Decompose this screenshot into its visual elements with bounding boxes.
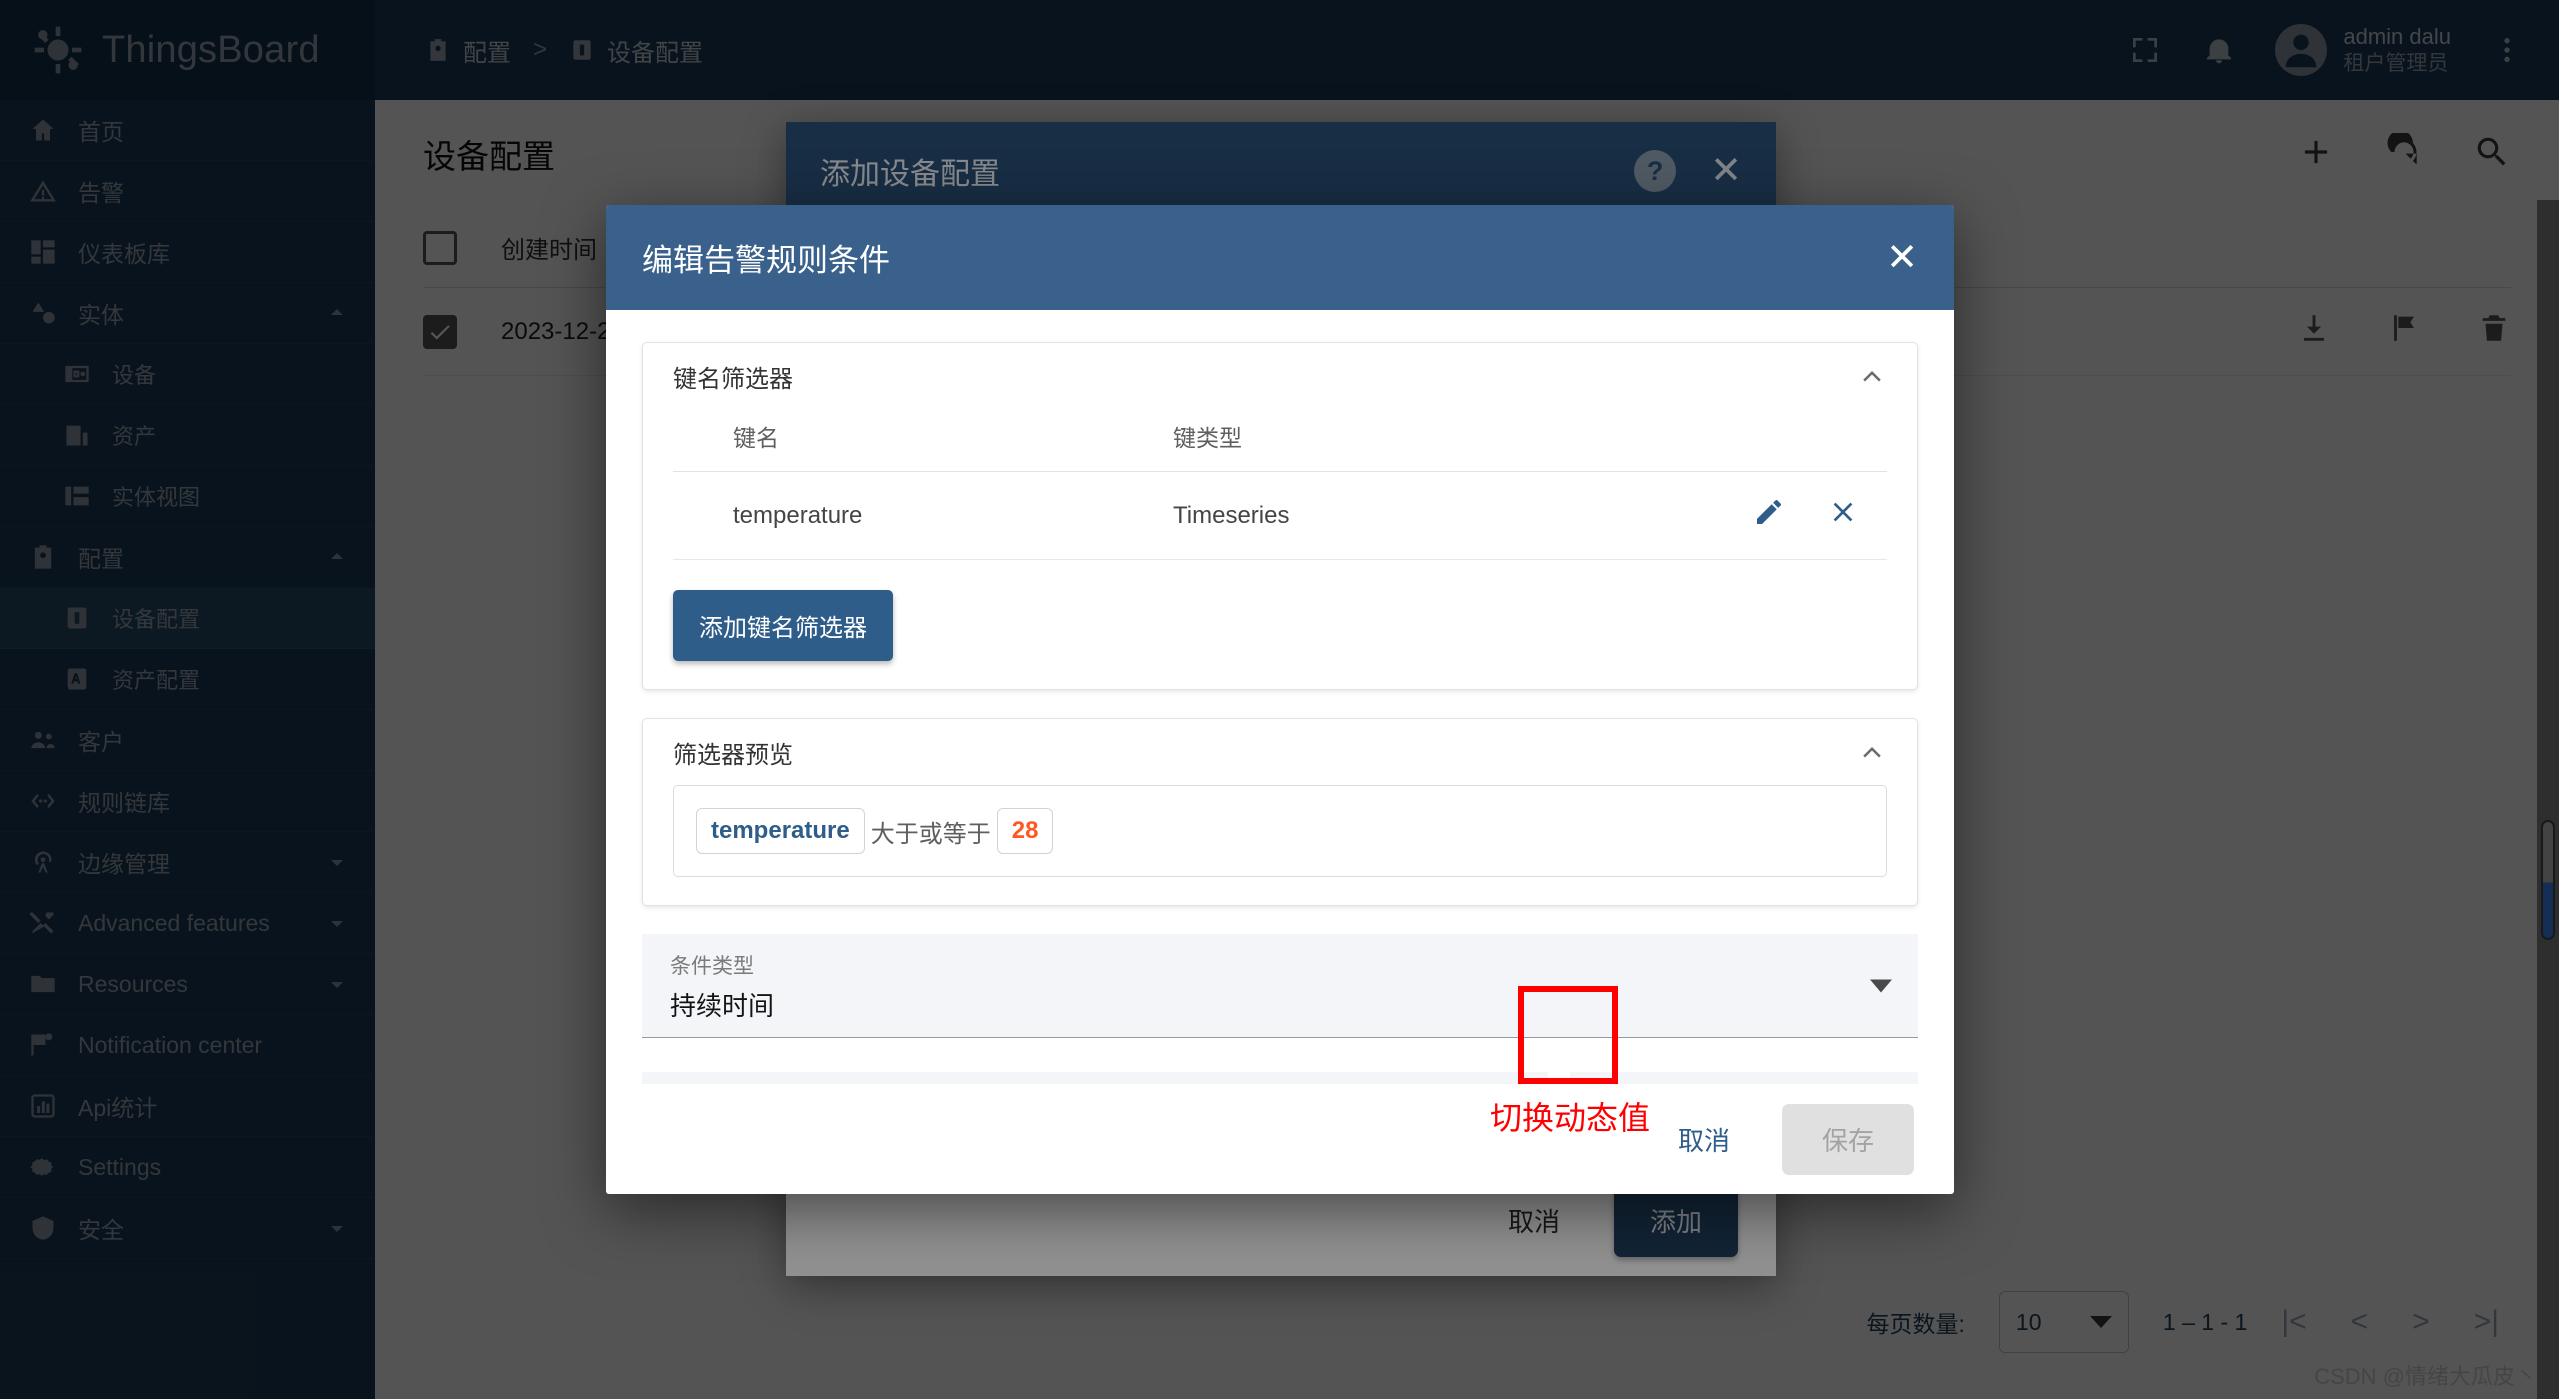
condition-type-select[interactable]: 条件类型 持续时间 bbox=[642, 934, 1918, 1038]
column-header-actions bbox=[1693, 409, 1887, 472]
expression-operator: 大于或等于 bbox=[870, 820, 991, 848]
edit-dialog-body: 键名筛选器 键名 键类型 temperature Timeseries 添加键名… bbox=[606, 310, 1954, 1084]
save-button: 保存 bbox=[1781, 1103, 1914, 1175]
filter-preview-header: 筛选器预览 bbox=[643, 719, 1917, 785]
column-header-key-name: 键名 bbox=[673, 409, 1173, 472]
key-filters-body: 键名 键类型 temperature Timeseries 添加键名筛选器 bbox=[643, 409, 1917, 689]
chevron-down-icon bbox=[1870, 979, 1892, 992]
key-filters-header: 键名筛选器 bbox=[643, 343, 1917, 409]
edit-dialog-header: 编辑告警规则条件 ✕ bbox=[606, 205, 1954, 310]
cell-key-name: temperature bbox=[673, 471, 1173, 560]
edit-dialog-title: 编辑告警规则条件 bbox=[642, 243, 890, 278]
filter-preview-title: 筛选器预览 bbox=[673, 741, 793, 769]
edit-dialog-footer: 取消 保存 bbox=[606, 1084, 1954, 1194]
chevron-up-icon[interactable] bbox=[1857, 737, 1887, 767]
filter-expression: temperature 大于或等于 28 bbox=[673, 785, 1887, 877]
chevron-up-icon[interactable] bbox=[1857, 361, 1887, 391]
close-icon[interactable] bbox=[1827, 496, 1859, 528]
duration-row: 持续时间值 (x) 时间单位 bbox=[642, 1072, 1918, 1084]
cancel-button[interactable]: 取消 bbox=[1656, 1107, 1752, 1172]
add-key-filter-button[interactable]: 添加键名筛选器 bbox=[673, 590, 893, 661]
key-filters-panel: 键名筛选器 键名 键类型 temperature Timeseries 添加键名… bbox=[642, 342, 1918, 690]
key-filters-header-row: 键名 键类型 bbox=[673, 409, 1887, 472]
pencil-icon[interactable] bbox=[1753, 496, 1785, 528]
cell-key-type: Timeseries bbox=[1173, 471, 1693, 560]
table-row[interactable]: temperature Timeseries bbox=[673, 471, 1887, 560]
cell-actions bbox=[1693, 471, 1887, 560]
column-header-key-type: 键类型 bbox=[1173, 409, 1693, 472]
filter-preview-body: temperature 大于或等于 28 bbox=[643, 785, 1917, 905]
annotation-text: 切换动态值 bbox=[1490, 1100, 1651, 1136]
filter-preview-panel: 筛选器预览 temperature 大于或等于 28 bbox=[642, 718, 1918, 906]
condition-type-value: 持续时间 bbox=[670, 991, 775, 1021]
expression-value-chip: 28 bbox=[996, 808, 1054, 854]
close-icon[interactable]: ✕ bbox=[1886, 239, 1918, 277]
duration-value-input[interactable]: 持续时间值 (x) bbox=[642, 1072, 1548, 1084]
key-filters-title: 键名筛选器 bbox=[673, 365, 793, 393]
edit-alarm-rule-condition-dialog: 编辑告警规则条件 ✕ 键名筛选器 键名 键类型 temperature Time… bbox=[606, 205, 1954, 1194]
expression-key-chip: temperature bbox=[696, 808, 865, 854]
time-unit-select[interactable]: 时间单位 bbox=[1570, 1072, 1918, 1084]
key-filters-table: 键名 键类型 temperature Timeseries bbox=[673, 409, 1887, 560]
condition-type-label: 条件类型 bbox=[670, 955, 754, 978]
